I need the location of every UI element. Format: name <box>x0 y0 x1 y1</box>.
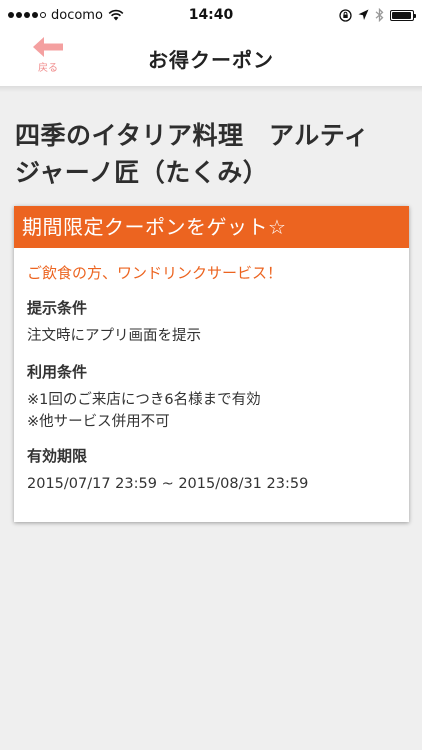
rotation-lock-icon <box>339 8 352 22</box>
validity-heading: 有効期限 <box>27 447 88 465</box>
coupon-offer: ご飲食の方、ワンドリンクサービス！ <box>27 264 283 282</box>
presentation-heading: 提示条件 <box>27 299 88 317</box>
status-bar: docomo 14:40 <box>0 0 422 30</box>
wifi-icon <box>108 9 124 21</box>
coupon-card: 期間限定クーポンをゲット☆ ご飲食の方、ワンドリンクサービス！ 提示条件 注文時… <box>14 206 409 522</box>
back-arrow-icon <box>33 37 63 57</box>
back-button[interactable]: 戻る <box>26 36 70 82</box>
terms-text: ※1回のご来店につき6名様まで有効 ※他サービス併用不可 <box>27 389 396 433</box>
navigation-bar: 戻る お得クーポン <box>0 30 422 86</box>
carrier-label: docomo <box>51 7 103 23</box>
signal-strength-icon <box>8 12 46 18</box>
status-right <box>339 8 416 22</box>
presentation-text: 注文時にアプリ画面を提示 <box>27 328 201 344</box>
location-icon <box>358 9 369 20</box>
store-name: 四季のイタリア料理 アルティ ジャーノ匠（たくみ） <box>15 117 415 191</box>
status-left: docomo <box>8 8 124 23</box>
terms-line-2: ※他サービス併用不可 <box>27 414 170 430</box>
validity-text: 2015/07/17 23:59 ~ 2015/08/31 23:59 <box>27 476 309 492</box>
nav-divider <box>0 86 422 92</box>
bluetooth-icon <box>375 8 384 22</box>
back-label: 戻る <box>38 63 58 74</box>
coupon-header: 期間限定クーポンをゲット☆ <box>14 206 409 248</box>
terms-heading: 利用条件 <box>27 363 88 381</box>
coupon-body: ご飲食の方、ワンドリンクサービス！ 提示条件 注文時にアプリ画面を提示 利用条件… <box>14 248 409 495</box>
page-title: お得クーポン <box>148 47 274 72</box>
battery-icon <box>390 9 416 21</box>
terms-line-1: ※1回のご来店につき6名様まで有効 <box>27 392 261 408</box>
store-name-line1: 四季のイタリア料理 アルティ <box>15 121 370 150</box>
store-name-line2: ジャーノ匠（たくみ） <box>15 158 269 187</box>
